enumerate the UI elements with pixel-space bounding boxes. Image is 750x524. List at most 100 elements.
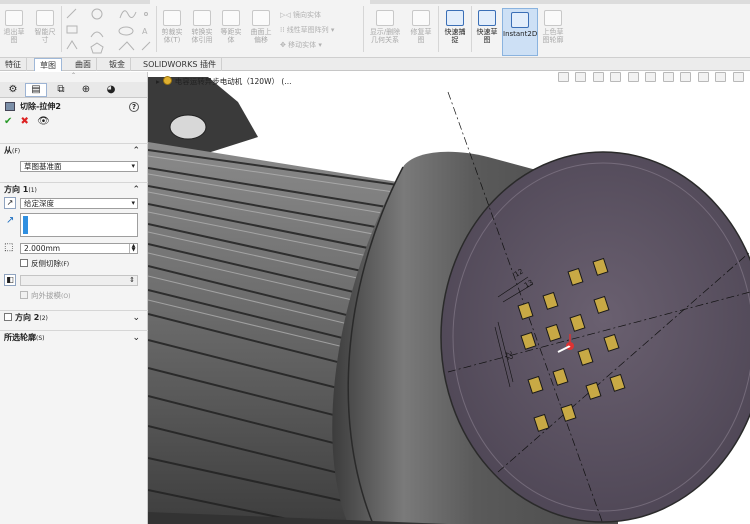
centerline-icon bbox=[141, 41, 151, 51]
depth-icon: ⬚ bbox=[4, 242, 14, 253]
point-icon bbox=[144, 12, 148, 16]
direction-selection-box[interactable] bbox=[20, 213, 138, 237]
view-orientation-icon[interactable] bbox=[627, 72, 639, 82]
draft-icon[interactable]: ◧ bbox=[4, 274, 16, 286]
instant2d-button[interactable]: Instant2D bbox=[503, 12, 537, 38]
part-name: 电容运转异步电动机（120W） bbox=[174, 77, 279, 86]
expand-chevron-icon: ⌄ bbox=[132, 313, 140, 323]
motor-model-render[interactable]: 12 13 22 bbox=[148, 72, 750, 524]
sketch-entities-icons[interactable]: A bbox=[64, 6, 154, 54]
rapid-sketch-button[interactable]: 快速草 图 bbox=[474, 10, 500, 44]
part-icon bbox=[162, 76, 172, 85]
tab-solidworks-addins[interactable]: SOLIDWORKS 插件 bbox=[138, 58, 222, 71]
ribbon-separator bbox=[61, 6, 62, 52]
repair-sketch-button[interactable]: 修复草 图 bbox=[408, 10, 434, 44]
expand-chevron-icon: ⌄ bbox=[132, 333, 140, 343]
display-pane-icon[interactable] bbox=[733, 72, 744, 82]
convert-entities-button[interactable]: 转换实 体引用 bbox=[188, 10, 216, 44]
quick-snaps-button[interactable]: 快速捕 捉 bbox=[442, 10, 468, 44]
active-selection-marker bbox=[23, 216, 28, 234]
move-entities-button[interactable]: ✥ 移动实体 ▾ bbox=[280, 40, 322, 50]
depth-spinner[interactable]: ▲ ▼ bbox=[129, 244, 137, 253]
property-manager-tab-icon[interactable]: ▤ bbox=[25, 83, 47, 97]
hide-show-items-icon[interactable] bbox=[662, 72, 674, 82]
direction1-title: 方向 1 bbox=[4, 185, 29, 194]
end-condition-value: 给定深度 bbox=[24, 199, 54, 208]
ribbon-separator bbox=[471, 6, 472, 52]
mirror-entities-button[interactable]: ▷◁ 镜向实体 bbox=[280, 10, 321, 20]
trim-label: 剪裁实 体(T) bbox=[161, 28, 183, 44]
convert-label: 转换实 体引用 bbox=[191, 28, 213, 44]
cut-extrude-icon bbox=[5, 102, 15, 111]
smart-dimension-button[interactable]: 智能尺 寸 bbox=[32, 10, 58, 44]
exit-sketch-label: 退出草 图 bbox=[3, 28, 25, 44]
display-relations-button[interactable]: 显示/删除 几何关系 bbox=[368, 10, 402, 44]
heads-up-view-toolbar bbox=[554, 72, 744, 84]
tab-surfaces[interactable]: 曲面 bbox=[70, 58, 97, 71]
smart-dimension-icon bbox=[36, 10, 54, 26]
help-icon[interactable]: ? bbox=[129, 102, 139, 112]
display-manager-tab-icon[interactable]: ◕ bbox=[100, 83, 122, 97]
zoom-to-fit-icon[interactable] bbox=[557, 72, 569, 82]
checkbox-box bbox=[20, 259, 28, 267]
reverse-direction-icon[interactable]: ↗ bbox=[4, 197, 16, 209]
previous-view-icon[interactable] bbox=[592, 72, 604, 82]
draft-angle-input[interactable]: ⇕ bbox=[20, 275, 138, 286]
action-buttons: ✔ ✖ 👁 bbox=[0, 116, 147, 130]
feature-title: 切除-拉伸2 ? bbox=[0, 98, 147, 116]
repair-sketch-icon bbox=[412, 10, 430, 26]
command-manager-ribbon: 退出草 图 智能尺 寸 A 剪裁实 体(T) 转换实 体引用 等距实 体 曲面上… bbox=[0, 0, 750, 58]
linear-pattern-button[interactable]: ⁞⁞ 线性草图阵列 ▾ bbox=[280, 25, 334, 35]
mirror-label: 镜向实体 bbox=[293, 11, 321, 19]
configuration-manager-tab-icon[interactable]: ⧉ bbox=[50, 83, 72, 97]
shaded-sketch-contours-button[interactable]: 上色草 图轮廓 bbox=[540, 10, 566, 44]
draft-outward-checkbox[interactable]: 向外拔模(O) bbox=[20, 291, 70, 301]
offset-entities-button[interactable]: 等距实 体 bbox=[219, 10, 243, 44]
selected-contours-title: 所选轮廓 bbox=[4, 333, 36, 342]
trim-entities-button[interactable]: 剪裁实 体(T) bbox=[160, 10, 184, 44]
from-condition-select[interactable]: 草图基准面 ▾ bbox=[20, 161, 138, 172]
manager-tabs: ⚙ ▤ ⧉ ⊕ ◕ bbox=[0, 82, 147, 98]
depth-value: 2.000mm bbox=[24, 244, 61, 253]
expand-arrow-icon[interactable]: ▸ bbox=[156, 77, 160, 86]
display-style-icon[interactable] bbox=[645, 72, 657, 82]
direction2-title: 方向 2 bbox=[15, 313, 40, 322]
instant2d-label: Instant2D bbox=[503, 30, 538, 38]
depth-input[interactable]: 2.000mm ▲ ▼ bbox=[20, 243, 138, 254]
section-view-icon[interactable] bbox=[610, 72, 622, 82]
offset-on-surface-button[interactable]: 曲面上 偏移 bbox=[247, 10, 275, 44]
panel-grip[interactable]: ⌃ bbox=[0, 72, 147, 82]
quick-snap-label: 快速捕 捉 bbox=[444, 28, 466, 44]
selected-contours-header[interactable]: 所选轮廓(S) ⌄ bbox=[0, 330, 148, 344]
edit-appearance-icon[interactable] bbox=[680, 72, 692, 82]
shaded-sketch-icon bbox=[544, 10, 562, 26]
dimxpert-tab-icon[interactable]: ⊕ bbox=[75, 83, 97, 97]
direction2-checkbox[interactable] bbox=[4, 313, 12, 321]
circle-icon bbox=[91, 8, 103, 20]
tab-features[interactable]: 特征 bbox=[0, 58, 27, 71]
polygon-icon bbox=[90, 42, 104, 54]
ok-check-icon[interactable]: ✔ bbox=[4, 116, 18, 128]
preview-eye-icon[interactable]: 👁 bbox=[37, 116, 51, 128]
direction-vector-icon: ↗ bbox=[6, 215, 15, 226]
exit-sketch-button[interactable]: 退出草 图 bbox=[2, 10, 26, 44]
flip-side-hotkey: (F) bbox=[61, 261, 70, 268]
repair-label: 修复草 图 bbox=[410, 28, 432, 44]
feature-manager-tab-icon[interactable]: ⚙ bbox=[2, 83, 24, 97]
flip-side-to-cut-checkbox[interactable]: 反侧切除(F) bbox=[20, 259, 69, 269]
cancel-x-icon[interactable]: ✖ bbox=[21, 116, 35, 128]
tab-sketch[interactable]: 草图 bbox=[34, 58, 62, 71]
ribbon-top-strip-right bbox=[370, 0, 750, 4]
text-icon: A bbox=[142, 27, 148, 36]
apply-scene-icon[interactable] bbox=[697, 72, 709, 82]
zoom-to-area-icon[interactable] bbox=[575, 72, 587, 82]
direction2-header[interactable]: 方向 2(2) ⌄ bbox=[0, 310, 148, 324]
end-condition-select[interactable]: 给定深度 ▾ bbox=[20, 198, 138, 209]
ribbon-separator bbox=[363, 6, 364, 52]
from-section-header[interactable]: 从(F) ⌃ bbox=[0, 143, 148, 157]
direction1-header[interactable]: 方向 1(1) ⌃ bbox=[0, 182, 148, 196]
view-settings-icon[interactable] bbox=[715, 72, 727, 82]
graphics-area[interactable]: 12 13 22 ▸ 电容运转异步电动机（120W） (... bbox=[148, 72, 750, 524]
feature-tree-flyout[interactable]: ▸ 电容运转异步电动机（120W） (... bbox=[156, 76, 291, 87]
tab-sheet-metal[interactable]: 钣金 bbox=[104, 58, 131, 71]
